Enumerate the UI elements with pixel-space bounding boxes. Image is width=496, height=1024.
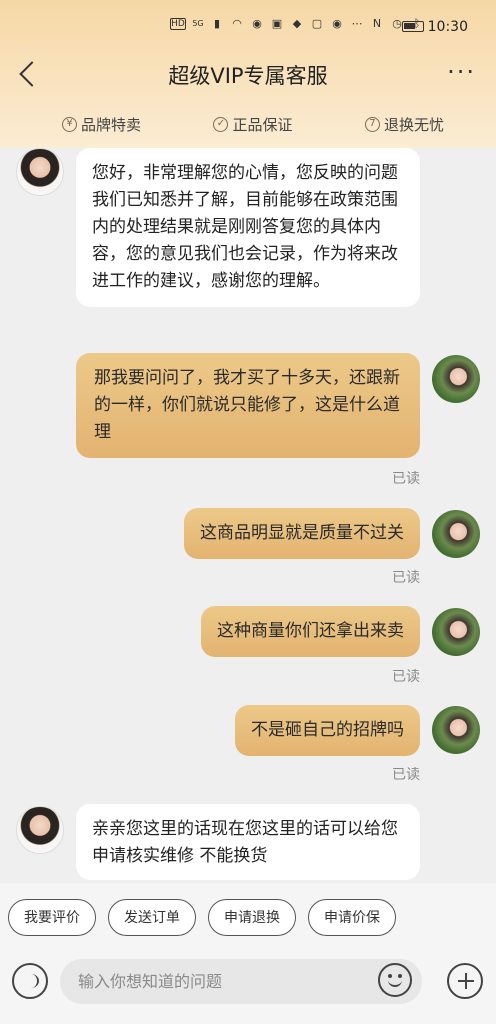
read-status: 已读 xyxy=(392,669,420,685)
feature-genuine: ✓ 正品保证 xyxy=(213,114,293,135)
read-status: 已读 xyxy=(392,767,420,783)
status-bar: HD 5G ▮ ◠ ◉ ▣ ◆ ▢ ◉ ⋯ N ◷ ᛒ 10:30 xyxy=(0,0,496,44)
agent-message[interactable]: 您好，非常理解您的心情，您反映的问题我们已知悉并了解，目前能够在政策范围内的处理… xyxy=(76,148,420,307)
chat-area[interactable]: 您好，非常理解您的心情，您反映的问题我们已知悉并了解，目前能够在政策范围内的处理… xyxy=(0,148,496,883)
app-icon: ◆ xyxy=(292,17,302,30)
feature-brand-sale: ¥ 品牌特卖 xyxy=(62,114,141,135)
app-icon: ▢ xyxy=(311,17,323,30)
user-message[interactable]: 这商品明显就是质量不过关 xyxy=(184,508,420,559)
battery-icon xyxy=(402,21,424,32)
read-status: 已读 xyxy=(392,570,420,586)
user-message[interactable]: 不是砸自己的招牌吗 xyxy=(235,705,420,756)
check-badge-icon: ✓ xyxy=(213,116,229,132)
send-order-button[interactable]: 发送订单 xyxy=(108,898,196,936)
user-message[interactable]: 那我要问问了，我才买了十多天，还跟新的一样，你们就说只能修了，这是什么道理 xyxy=(76,353,420,458)
emoji-icon[interactable] xyxy=(378,963,412,997)
seven-day-icon: 7 xyxy=(364,116,380,132)
user-avatar[interactable] xyxy=(432,706,480,754)
status-icons: HD 5G ▮ ◠ ◉ ▣ ◆ ▢ ◉ ⋯ N ◷ ᛒ xyxy=(170,18,424,30)
tag-icon: ¥ xyxy=(62,116,77,132)
message-input[interactable] xyxy=(78,972,378,991)
agent-avatar[interactable] xyxy=(16,806,64,854)
feature-label: 品牌特卖 xyxy=(81,115,142,134)
more-dots-icon: ⋯ xyxy=(351,17,363,30)
user-avatar[interactable] xyxy=(432,608,480,656)
nfc-icon: N xyxy=(372,17,382,30)
message-input-container[interactable] xyxy=(60,959,422,1004)
read-status: 已读 xyxy=(392,471,420,487)
user-avatar[interactable] xyxy=(432,510,480,558)
feature-label: 退换无忧 xyxy=(383,115,444,134)
status-time: 10:30 xyxy=(427,19,468,35)
header-area: HD 5G ▮ ◠ ◉ ▣ ◆ ▢ ◉ ⋯ N ◷ ᛒ 10:30 超级VIP专… xyxy=(0,0,496,148)
voice-input-icon[interactable] xyxy=(12,963,48,999)
user-avatar[interactable] xyxy=(432,355,480,403)
rate-service-button[interactable]: 我要评价 xyxy=(8,898,96,936)
plus-icon[interactable] xyxy=(447,963,483,999)
feature-return: 7 退换无忧 xyxy=(364,114,444,135)
more-options-button[interactable]: ··· xyxy=(447,60,476,84)
feature-label: 正品保证 xyxy=(232,115,293,134)
price-protect-button[interactable]: 申请价保 xyxy=(308,898,396,936)
signal-label: 5G xyxy=(192,19,204,28)
signal-icon: ▮ xyxy=(213,17,221,30)
request-return-button[interactable]: 申请退换 xyxy=(208,898,296,936)
agent-avatar[interactable] xyxy=(16,148,64,196)
network-badge: HD xyxy=(170,18,186,30)
input-bar xyxy=(0,951,496,1024)
quick-actions-bar: 我要评价 发送订单 申请退换 申请价保 xyxy=(0,883,496,951)
app-icon: ▣ xyxy=(271,17,283,30)
feature-strip: ¥ 品牌特卖 ✓ 正品保证 7 退换无忧 xyxy=(0,103,496,145)
user-message[interactable]: 这种商量你们还拿出来卖 xyxy=(201,606,420,657)
agent-message[interactable]: 亲亲您这里的话现在您这里的话可以给您申请核实维修 不能换货 xyxy=(76,804,420,880)
weibo-icon: ◉ xyxy=(332,17,342,30)
weibo-icon: ◉ xyxy=(252,17,262,30)
wifi-icon: ◠ xyxy=(232,17,242,30)
page-title: 超级VIP专属客服 xyxy=(168,64,328,88)
